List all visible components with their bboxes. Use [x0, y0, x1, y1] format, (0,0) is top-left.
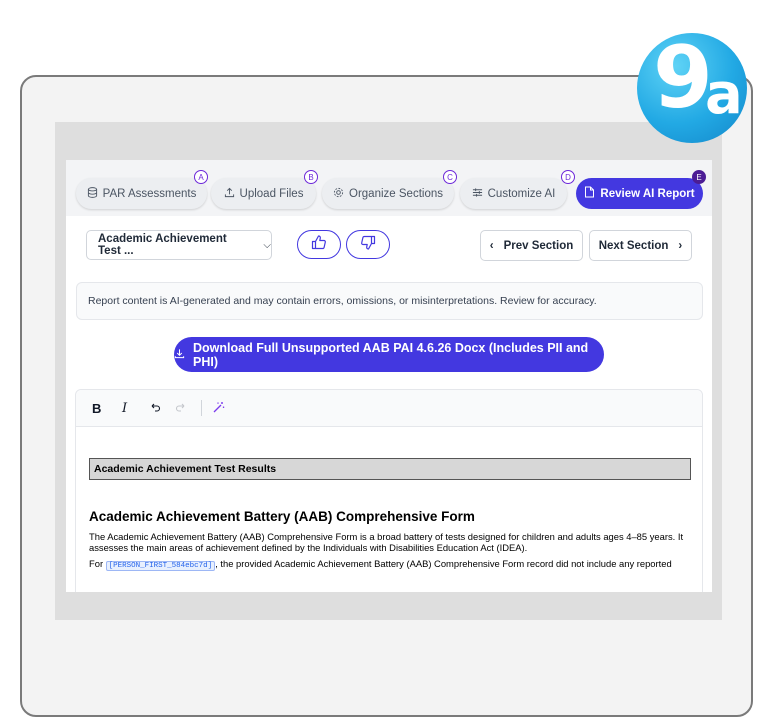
- ai-rewrite-button[interactable]: [212, 401, 225, 417]
- bold-button[interactable]: B: [92, 401, 101, 416]
- download-report-button[interactable]: Download Full Unsupported AAB PAI 4.6.26…: [174, 337, 604, 372]
- step-par-assessments[interactable]: PAR Assessments: [76, 178, 207, 209]
- step-label: Customize AI: [487, 187, 556, 200]
- download-label: Download Full Unsupported AAB PAI 4.6.26…: [193, 340, 589, 369]
- thumbs-down-icon: [360, 235, 376, 255]
- next-section-label: Next Section: [598, 239, 669, 252]
- undo-button[interactable]: [149, 401, 161, 416]
- section-header: Academic Achievement Test Results: [89, 458, 691, 480]
- redo-button[interactable]: [175, 401, 187, 416]
- chevron-down-icon: ⌵: [263, 239, 271, 251]
- undo-icon: [151, 403, 161, 412]
- para2-prefix: For: [89, 558, 104, 569]
- para2-suffix: , the provided Academic Achievement Batt…: [215, 558, 672, 569]
- step-label: Review AI Report: [600, 187, 695, 200]
- prev-section-label: Prev Section: [503, 239, 574, 252]
- editor-toolbar: B I: [76, 390, 702, 427]
- ai-disclaimer-notice: Report content is AI-generated and may c…: [76, 282, 703, 320]
- section-toolbar: Academic Achievement Test ... ⌵ ‹ Prev S…: [66, 216, 712, 268]
- prev-section-button[interactable]: ‹ Prev Section: [480, 230, 583, 261]
- thumbs-down-button[interactable]: [346, 230, 390, 259]
- step-label: Organize Sections: [349, 187, 443, 200]
- italic-button[interactable]: I: [122, 401, 127, 416]
- pii-token[interactable]: [PERSON_FIRST_584ebc7d]: [105, 561, 216, 571]
- report-editor: B I Academic Achievement Test Results Ac…: [75, 389, 703, 592]
- section-select[interactable]: Academic Achievement Test ... ⌵: [86, 230, 272, 260]
- step-badge: 9 a: [637, 33, 747, 143]
- gear-icon: [333, 187, 344, 201]
- chevron-right-icon: ›: [678, 239, 683, 252]
- step-marker-e: E: [692, 170, 706, 184]
- download-icon: [174, 348, 185, 362]
- notice-text: Report content is AI-generated and may c…: [88, 295, 597, 307]
- toolbar-divider: [201, 400, 202, 416]
- step-marker-b: B: [304, 170, 318, 184]
- badge-number: 9: [653, 33, 713, 128]
- app-window: PAR Assessments A Upload Files B Organiz…: [66, 160, 712, 592]
- step-customize-ai[interactable]: Customize AI: [460, 178, 567, 209]
- workflow-steps: PAR Assessments A Upload Files B Organiz…: [66, 160, 712, 216]
- magic-wand-icon: [213, 402, 225, 413]
- badge-letter: a: [705, 62, 743, 127]
- thumbs-up-button[interactable]: [297, 230, 341, 259]
- upload-icon: [224, 187, 235, 201]
- next-section-button[interactable]: Next Section ›: [589, 230, 692, 261]
- document-paragraph-2: For [PERSON_FIRST_584ebc7d], the provide…: [89, 558, 701, 572]
- step-label: PAR Assessments: [102, 187, 197, 200]
- step-upload-files[interactable]: Upload Files: [211, 178, 316, 209]
- thumbs-up-icon: [311, 234, 327, 255]
- step-marker-a: A: [194, 170, 208, 184]
- section-header-text: Academic Achievement Test Results: [94, 463, 277, 475]
- redo-icon: [175, 403, 185, 412]
- step-review-ai-report[interactable]: Review AI Report: [576, 178, 703, 209]
- chevron-left-icon: ‹: [489, 239, 494, 252]
- section-select-value: Academic Achievement Test ...: [98, 233, 227, 257]
- sliders-icon: [472, 187, 483, 201]
- database-icon: [87, 186, 98, 201]
- step-label: Upload Files: [239, 187, 304, 200]
- step-organize-sections[interactable]: Organize Sections: [322, 178, 454, 209]
- step-marker-d: D: [561, 170, 575, 184]
- document-heading: Academic Achievement Battery (AAB) Compr…: [89, 509, 475, 524]
- document-paragraph: The Academic Achievement Battery (AAB) C…: [89, 531, 684, 553]
- document-icon: [584, 186, 595, 201]
- step-marker-c: C: [443, 170, 457, 184]
